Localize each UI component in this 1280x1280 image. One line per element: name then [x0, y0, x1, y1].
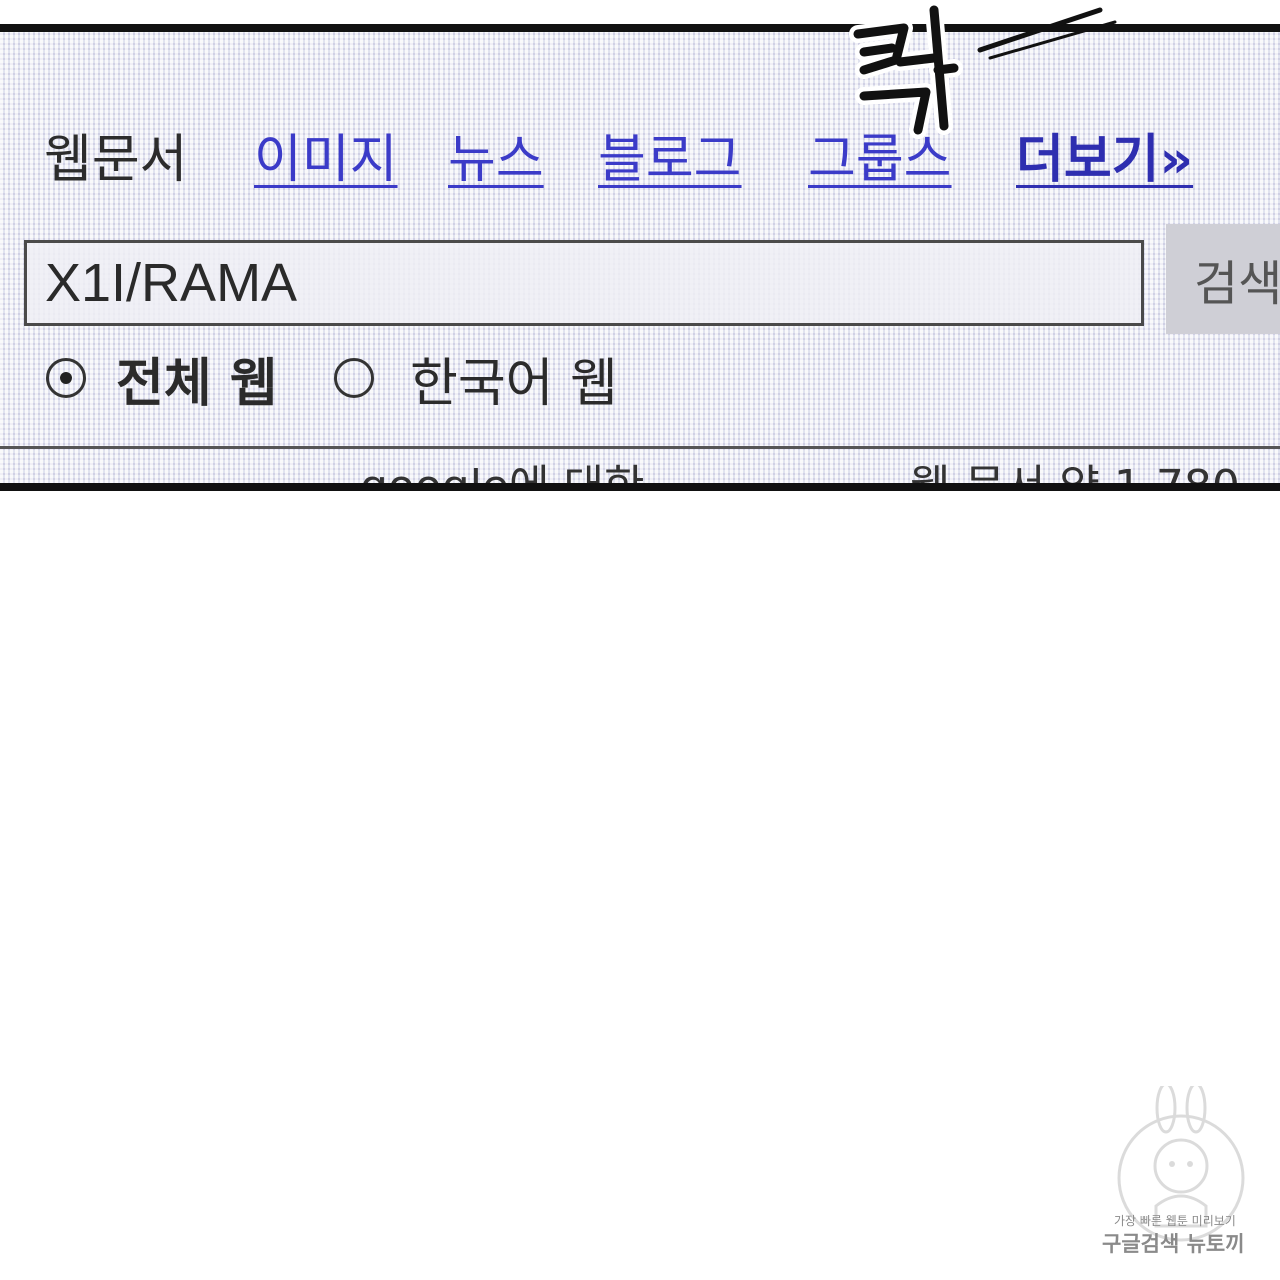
sound-effect-tak: [849, 1, 1117, 139]
results-count-text: 웹 문서 약 1,780: [910, 461, 1240, 491]
watermark-line2: 구글검색 뉴토끼: [1102, 1232, 1245, 1256]
comic-page: 웹문서 이미지 뉴스 블로그 그룹스 더보기» 검색 전체 웹 한국어 웹 go…: [0, 0, 1280, 1280]
radio-all-web[interactable]: [46, 358, 86, 398]
radio-label-korean-web[interactable]: 한국어 웹: [410, 352, 618, 416]
search-tabs: 웹문서 이미지 뉴스 블로그 그룹스 더보기»: [44, 128, 1280, 208]
watermark-line1: 가장 빠른 웹툰 미리보기: [1114, 1214, 1236, 1228]
tab-blog[interactable]: 블로그: [598, 128, 742, 192]
radio-label-all-web[interactable]: 전체 웹: [116, 352, 278, 416]
search-input[interactable]: [24, 240, 1144, 326]
tab-images[interactable]: 이미지: [254, 128, 398, 192]
radio-selected-dot: [60, 372, 72, 384]
radio-korean-web[interactable]: [334, 358, 374, 398]
search-button[interactable]: 검색: [1166, 224, 1280, 334]
tab-news[interactable]: 뉴스: [448, 128, 544, 192]
results-divider: [0, 446, 1280, 449]
results-query-text: google에 대한: [360, 461, 645, 491]
tab-web-documents[interactable]: 웹문서: [44, 128, 188, 192]
search-scope-options: 전체 웹 한국어 웹: [46, 352, 746, 422]
